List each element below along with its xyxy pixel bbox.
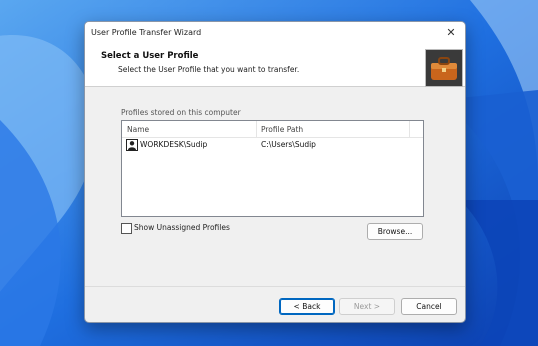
briefcase-icon	[425, 49, 463, 87]
column-profile-path[interactable]: Profile Path	[261, 125, 303, 134]
window-title: User Profile Transfer Wizard	[91, 28, 202, 37]
profiles-label: Profiles stored on this computer	[121, 108, 241, 117]
column-name[interactable]: Name	[127, 125, 149, 134]
wizard-header: Select a User Profile Select the User Pr…	[85, 44, 465, 87]
browse-button[interactable]: Browse...	[367, 223, 423, 240]
user-icon	[126, 139, 138, 151]
column-divider[interactable]	[256, 121, 257, 137]
show-unassigned-label[interactable]: Show Unassigned Profiles	[134, 223, 230, 232]
list-header: Name Profile Path	[122, 121, 423, 138]
title-bar: User Profile Transfer Wizard ✕	[85, 22, 465, 44]
next-button[interactable]: Next >	[339, 298, 395, 315]
list-item[interactable]: WORKDESK\Sudip C:\Users\Sudip	[122, 138, 423, 152]
header-title: Select a User Profile	[101, 51, 199, 61]
footer-divider	[85, 286, 465, 287]
cancel-button[interactable]: Cancel	[401, 298, 457, 315]
close-icon[interactable]: ✕	[443, 25, 459, 41]
profile-list[interactable]: Name Profile Path WORKDESK\Sudip C:\User…	[121, 120, 424, 217]
back-button[interactable]: < Back	[279, 298, 335, 315]
column-divider[interactable]	[409, 121, 410, 137]
header-subtitle: Select the User Profile that you want to…	[118, 65, 300, 74]
wizard-dialog: User Profile Transfer Wizard ✕ Select a …	[84, 21, 466, 323]
show-unassigned-checkbox[interactable]	[121, 223, 132, 234]
profile-path: C:\Users\Sudip	[261, 140, 316, 149]
profile-name: WORKDESK\Sudip	[140, 140, 208, 149]
